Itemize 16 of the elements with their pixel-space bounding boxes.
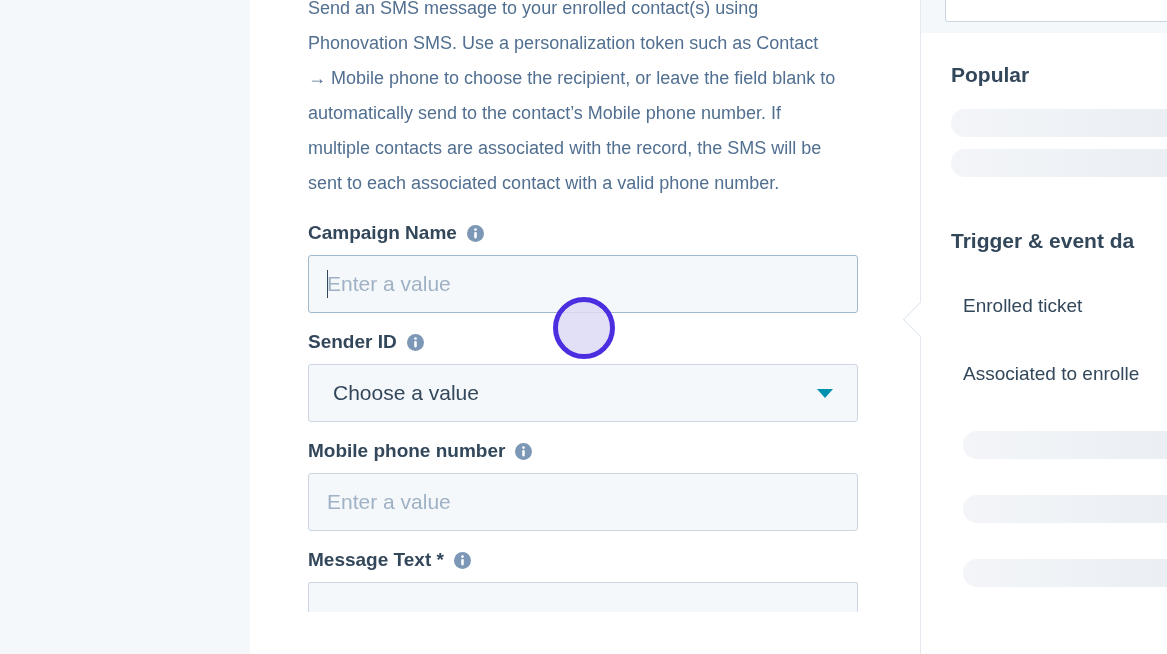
info-icon bbox=[453, 551, 471, 569]
description-text: Send an SMS message to your enrolled contact(s) using Phonovation SMS. Use a personalization token such as Contact → Mobile phone to choose the recipient, or leave the field blank to automatically send to the contact’s Mobile phone number. If multiple contacts are associated with the record, the SMS will be sent to each associated contact with a valid phone number. bbox=[308, 0, 837, 195]
info-icon bbox=[515, 442, 533, 460]
info-icon bbox=[406, 333, 424, 351]
section-heading: Trigger & event da bbox=[951, 229, 1136, 253]
field-label: Campaign Name bbox=[308, 222, 457, 244]
field-label: Sender ID bbox=[308, 331, 397, 353]
section-heading: Popular bbox=[951, 63, 1031, 87]
caret-icon bbox=[817, 388, 833, 398]
data-option[interactable]: Enrolled ticket bbox=[963, 295, 1167, 317]
dropdown[interactable]: Choose a value bbox=[308, 364, 858, 422]
info-icon bbox=[466, 224, 484, 242]
field-label: Message Text * bbox=[308, 549, 444, 571]
field-label: Mobile phone number bbox=[308, 440, 506, 462]
input-field[interactable] bbox=[308, 582, 858, 612]
data-option[interactable]: Associated to enrolle bbox=[963, 363, 1167, 385]
